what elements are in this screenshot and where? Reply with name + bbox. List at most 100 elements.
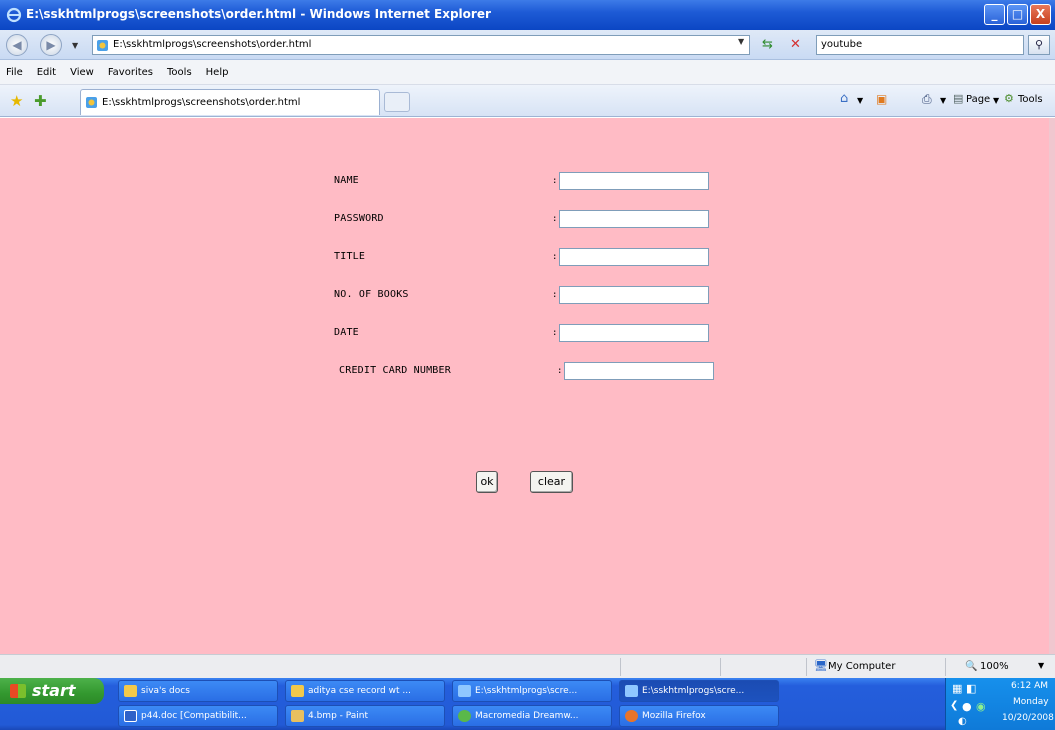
- task-dreamweaver[interactable]: Macromedia Dreamw...: [452, 705, 612, 727]
- minimize-button[interactable]: _: [984, 4, 1005, 25]
- page-icon: [86, 97, 97, 108]
- zone-label: My Computer: [828, 661, 896, 672]
- print-dropdown-icon[interactable]: ▼: [940, 96, 946, 105]
- name-input[interactable]: [559, 172, 709, 190]
- books-row: NO. OF BOOKS :: [334, 286, 714, 306]
- window-title: E:\sskhtmlprogs\screenshots\order.html -…: [26, 7, 491, 21]
- page-content: NAME : PASSWORD : TITLE : NO. OF BOOKS :…: [0, 118, 1055, 654]
- menu-favorites[interactable]: Favorites: [108, 67, 153, 78]
- menu-file[interactable]: File: [6, 67, 23, 78]
- scrollbar[interactable]: [1049, 118, 1055, 654]
- clock-day: Monday: [1013, 697, 1049, 707]
- volume-icon[interactable]: ◐: [958, 716, 967, 727]
- credit-card-label: CREDIT CARD NUMBER: [339, 365, 451, 376]
- tab-label: E:\sskhtmlprogs\screenshots\order.html: [102, 97, 301, 108]
- expand-tray-icon[interactable]: ❮: [950, 700, 958, 711]
- add-favorites-icon[interactable]: ✚: [34, 92, 47, 110]
- title-input[interactable]: [559, 248, 709, 266]
- menu-view[interactable]: View: [70, 67, 94, 78]
- name-row: NAME :: [334, 172, 714, 192]
- tools-menu[interactable]: Tools: [1018, 94, 1043, 105]
- favorites-star-icon[interactable]: ★: [10, 92, 23, 110]
- date-input[interactable]: [559, 324, 709, 342]
- ok-button[interactable]: ok: [476, 471, 498, 493]
- credit-card-colon: :: [557, 366, 563, 376]
- word-icon: [124, 710, 137, 722]
- new-tab-button[interactable]: [384, 92, 410, 112]
- url-dropdown-icon[interactable]: ▼: [738, 37, 750, 53]
- task-sivas-docs[interactable]: siva's docs: [118, 680, 278, 702]
- feeds-icon[interactable]: ▣: [876, 92, 887, 106]
- menu-edit[interactable]: Edit: [37, 67, 56, 78]
- search-input[interactable]: youtube: [816, 35, 1024, 55]
- address-bar: ◀ ▶ ▼ E:\sskhtmlprogs\screenshots\order.…: [0, 30, 1055, 60]
- zoom-dropdown-icon[interactable]: ▼: [1038, 661, 1044, 670]
- credit-card-input[interactable]: [564, 362, 714, 380]
- maximize-button[interactable]: □: [1007, 4, 1028, 25]
- task-label: p44.doc [Compatibilit...: [141, 711, 247, 721]
- menu-bar: File Edit View Favorites Tools Help: [0, 60, 1055, 85]
- clock-date: 10/20/2008: [1002, 713, 1054, 723]
- zoom-level[interactable]: 100%: [980, 661, 1009, 672]
- status-bar: 🖥 My Computer 🔍 100% ▼: [0, 654, 1055, 678]
- start-button[interactable]: start: [0, 678, 104, 704]
- url-input[interactable]: E:\sskhtmlprogs\screenshots\order.html: [92, 35, 750, 55]
- task-label: E:\sskhtmlprogs\scre...: [475, 686, 578, 696]
- window-title-bar[interactable]: E:\sskhtmlprogs\screenshots\order.html -…: [0, 0, 1055, 30]
- task-ie-1[interactable]: E:\sskhtmlprogs\scre...: [452, 680, 612, 702]
- title-colon: :: [552, 252, 558, 262]
- status-divider: [620, 658, 621, 676]
- task-label: E:\sskhtmlprogs\scre...: [642, 686, 745, 696]
- tab-order-page[interactable]: E:\sskhtmlprogs\screenshots\order.html: [80, 89, 380, 115]
- history-dropdown-icon[interactable]: ▼: [72, 41, 78, 50]
- tools-gear-icon: ⚙: [1004, 92, 1014, 105]
- task-aditya-record[interactable]: aditya cse record wt ...: [285, 680, 445, 702]
- books-colon: :: [552, 290, 558, 300]
- task-label: 4.bmp - Paint: [308, 711, 369, 721]
- url-text: E:\sskhtmlprogs\screenshots\order.html: [113, 39, 312, 50]
- status-divider: [720, 658, 721, 676]
- update-icon[interactable]: ◉: [976, 700, 986, 713]
- title-label: TITLE: [334, 251, 366, 262]
- task-label: Mozilla Firefox: [642, 711, 706, 721]
- menu-tools[interactable]: Tools: [167, 67, 192, 78]
- status-divider: [945, 658, 946, 676]
- page-dropdown-icon[interactable]: ▼: [993, 96, 999, 105]
- start-label: start: [32, 681, 76, 700]
- task-word-doc[interactable]: p44.doc [Compatibilit...: [118, 705, 278, 727]
- internet-explorer-icon: [458, 685, 471, 697]
- folder-icon: [291, 685, 304, 697]
- print-icon[interactable]: ⎙: [922, 92, 932, 107]
- name-label: NAME: [334, 175, 359, 186]
- home-icon[interactable]: ⌂: [840, 91, 848, 106]
- page-menu[interactable]: Page: [966, 94, 990, 105]
- menu-help[interactable]: Help: [206, 67, 229, 78]
- date-colon: :: [552, 328, 558, 338]
- back-button[interactable]: ◀: [6, 34, 28, 56]
- page-menu-icon: ▤: [953, 92, 964, 105]
- dreamweaver-icon: [458, 710, 471, 722]
- task-label: aditya cse record wt ...: [308, 686, 411, 696]
- home-dropdown-icon[interactable]: ▼: [857, 96, 863, 105]
- taskbar: start siva's docs aditya cse record wt .…: [0, 678, 1055, 730]
- password-row: PASSWORD :: [334, 210, 714, 230]
- books-label: NO. OF BOOKS: [334, 289, 409, 300]
- close-button[interactable]: X: [1030, 4, 1051, 25]
- forward-button[interactable]: ▶: [40, 34, 62, 56]
- date-label: DATE: [334, 327, 359, 338]
- stop-icon[interactable]: ✕: [790, 37, 801, 52]
- page-icon: [97, 40, 108, 51]
- messenger-icon[interactable]: ●: [962, 700, 972, 713]
- search-icon[interactable]: ⚲: [1028, 35, 1050, 55]
- clear-button[interactable]: clear: [530, 471, 573, 493]
- task-ie-2[interactable]: E:\sskhtmlprogs\scre...: [619, 680, 779, 702]
- task-paint[interactable]: 4.bmp - Paint: [285, 705, 445, 727]
- task-firefox[interactable]: Mozilla Firefox: [619, 705, 779, 727]
- password-input[interactable]: [559, 210, 709, 228]
- refresh-icon[interactable]: ⇆: [762, 37, 773, 52]
- date-row: DATE :: [334, 324, 714, 344]
- network-icon[interactable]: ▦: [952, 682, 962, 695]
- books-input[interactable]: [559, 286, 709, 304]
- security-icon[interactable]: ◧: [966, 682, 976, 695]
- clock-time[interactable]: 6:12 AM: [1011, 681, 1048, 691]
